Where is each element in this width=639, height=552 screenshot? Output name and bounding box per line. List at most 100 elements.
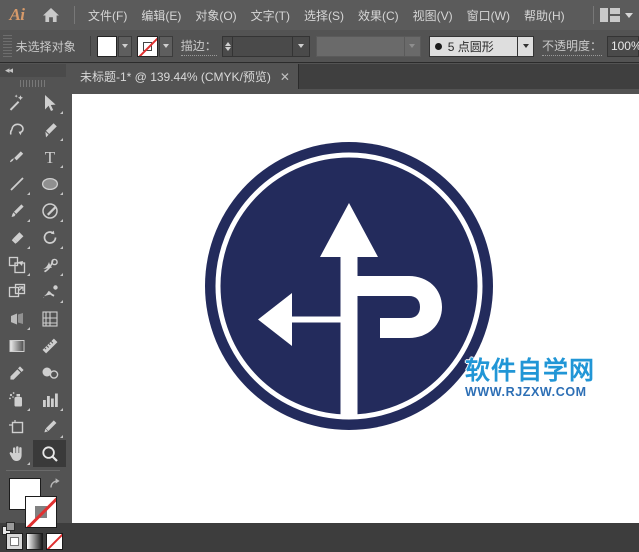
menu-select[interactable]: 选择(S) <box>297 3 351 28</box>
tool-column-graph[interactable] <box>33 386 66 413</box>
workspace-switcher-icon[interactable] <box>600 8 620 22</box>
tool-rotate[interactable] <box>33 224 66 251</box>
menu-bar: Ai 文件(F) 编辑(E) 对象(O) 文字(T) 选择(S) 效果(C) 视… <box>0 0 639 30</box>
tool-artboard[interactable] <box>0 413 33 440</box>
tool-blend[interactable] <box>33 359 66 386</box>
stroke-weight-dropdown[interactable] <box>293 35 310 57</box>
tools-panel-grip[interactable] <box>0 77 66 89</box>
stroke-color-swatch[interactable] <box>137 35 158 57</box>
stroke-weight-input[interactable] <box>233 35 294 57</box>
color-mode-buttons <box>6 533 63 550</box>
tools-panel-collapse-button[interactable]: ◂◂ <box>0 64 66 77</box>
tool-measure[interactable] <box>33 332 66 359</box>
tool-flyout-indicator <box>60 300 63 303</box>
tool-shaper[interactable] <box>33 197 66 224</box>
tool-flyout-indicator <box>60 219 63 222</box>
tool-zoom[interactable] <box>33 440 66 467</box>
menu-help[interactable]: 帮助(H) <box>517 3 572 28</box>
chevron-down-icon <box>122 44 129 48</box>
brush-definition-dropdown[interactable] <box>517 35 535 57</box>
menu-object[interactable]: 对象(O) <box>188 3 243 28</box>
tool-magic-wand[interactable] <box>0 89 33 116</box>
tool-flyout-indicator <box>27 462 30 465</box>
menu-type[interactable]: 文字(T) <box>244 3 297 28</box>
tools-panel: ◂◂ T <box>0 64 66 550</box>
tool-lasso[interactable] <box>0 116 33 143</box>
traffic-sign-artwork[interactable] <box>204 141 494 431</box>
svg-text:T: T <box>44 148 55 167</box>
chevron-down-icon <box>162 44 169 48</box>
tool-flyout-indicator <box>60 408 63 411</box>
tool-paintbrush[interactable] <box>0 197 33 224</box>
menubar-divider <box>74 6 75 24</box>
tool-eyedropper[interactable] <box>0 359 33 386</box>
artboard[interactable]: 软件自学网 WWW.RJZXW.COM <box>72 94 639 523</box>
tool-type[interactable]: T <box>33 143 66 170</box>
tool-blob-brush[interactable] <box>0 143 33 170</box>
tool-width[interactable] <box>33 251 66 278</box>
stroke-weight-stepper[interactable] <box>221 35 234 57</box>
opacity-input[interactable]: 100% <box>606 35 639 57</box>
canvas-area[interactable]: 软件自学网 WWW.RJZXW.COM <box>66 89 639 523</box>
stepper-down-icon <box>224 46 231 51</box>
mode-color-button[interactable] <box>6 533 23 550</box>
tool-flyout-indicator <box>60 165 63 168</box>
menubar-right-group <box>587 6 639 24</box>
stroke-swatch-dropdown[interactable] <box>158 35 174 57</box>
tool-ellipse[interactable] <box>33 170 66 197</box>
fill-color-swatch[interactable] <box>96 35 117 57</box>
menu-file[interactable]: 文件(F) <box>81 3 134 28</box>
none-slash-icon <box>26 497 56 527</box>
tool-mesh[interactable] <box>33 305 66 332</box>
mode-gradient-button[interactable] <box>26 533 43 550</box>
swap-fill-stroke-icon[interactable] <box>48 476 62 490</box>
stroke-weight-label[interactable]: 描边： <box>180 37 217 56</box>
menubar-divider-right <box>593 6 594 24</box>
opacity-label[interactable]: 不透明度： <box>541 37 602 56</box>
color-square-icon <box>10 537 19 546</box>
tool-flyout-indicator <box>27 246 30 249</box>
mode-none-button[interactable] <box>46 533 63 550</box>
color-controls <box>0 474 66 552</box>
stroke-color-indicator[interactable] <box>25 496 57 528</box>
document-tab-bar: 未标题-1* @ 139.44% (CMYK/预览) ✕ <box>66 64 639 89</box>
tool-flyout-indicator <box>27 408 30 411</box>
tool-shape-builder[interactable] <box>33 278 66 305</box>
tool-perspective-grid[interactable] <box>0 305 33 332</box>
tool-hand[interactable] <box>0 440 33 467</box>
tool-flyout-indicator <box>27 327 30 330</box>
none-slash-icon <box>47 534 62 549</box>
none-slash-icon <box>138 36 157 56</box>
close-icon[interactable]: ✕ <box>280 71 290 83</box>
illustrator-window: Ai 文件(F) 编辑(E) 对象(O) 文字(T) 选择(S) 效果(C) 视… <box>0 0 639 550</box>
watermark: 软件自学网 WWW.RJZXW.COM <box>465 357 625 399</box>
tool-gradient[interactable] <box>0 332 33 359</box>
tool-symbol-sprayer[interactable] <box>0 386 33 413</box>
tool-line-segment[interactable] <box>0 170 33 197</box>
tool-slice[interactable] <box>33 413 66 440</box>
tool-flyout-indicator <box>60 111 63 114</box>
tool-flyout-indicator <box>60 138 63 141</box>
chevron-down-icon[interactable] <box>625 12 633 18</box>
stroke-profile-dropdown[interactable] <box>404 35 422 57</box>
menu-edit[interactable]: 编辑(E) <box>134 3 188 28</box>
fill-swatch-dropdown[interactable] <box>117 35 133 57</box>
tool-free-transform[interactable] <box>0 278 33 305</box>
brush-definition-field[interactable]: 5 点圆形 <box>428 35 518 57</box>
chevron-down-icon <box>298 44 305 48</box>
tool-flyout-indicator <box>60 246 63 249</box>
tool-flyout-indicator <box>27 192 30 195</box>
menu-view[interactable]: 视图(V) <box>406 3 460 28</box>
stroke-profile-input[interactable] <box>315 35 405 57</box>
home-icon[interactable] <box>34 0 68 30</box>
chevron-down-icon <box>409 44 416 48</box>
tool-pen[interactable] <box>33 116 66 143</box>
menu-effect[interactable]: 效果(C) <box>351 3 406 28</box>
menu-window[interactable]: 窗口(W) <box>460 3 517 28</box>
control-bar-grip[interactable] <box>3 35 12 57</box>
tools-divider <box>6 470 60 471</box>
tool-eraser[interactable] <box>0 224 33 251</box>
tool-scale[interactable] <box>0 251 33 278</box>
document-tab[interactable]: 未标题-1* @ 139.44% (CMYK/预览) ✕ <box>66 64 299 89</box>
tool-selection[interactable] <box>33 89 66 116</box>
